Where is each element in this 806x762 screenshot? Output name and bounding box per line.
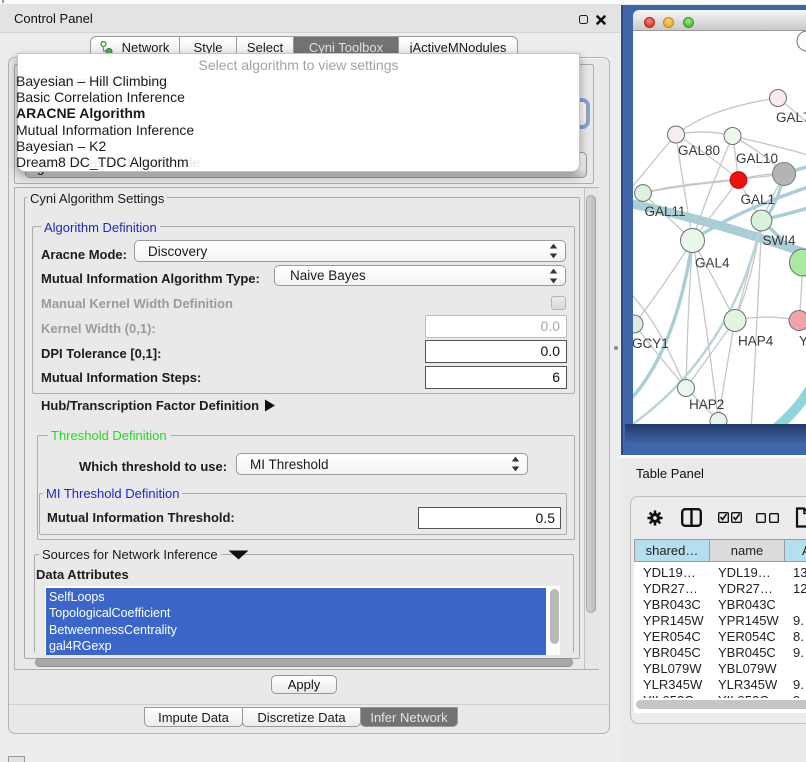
svg-text:SWI4: SWI4 bbox=[763, 233, 796, 248]
svg-text:YJ: YJ bbox=[799, 334, 806, 349]
svg-text:HAP2: HAP2 bbox=[689, 397, 724, 412]
svg-text:GCY1: GCY1 bbox=[633, 336, 669, 351]
svg-text:GAL1: GAL1 bbox=[741, 192, 776, 207]
svg-text:GAL10: GAL10 bbox=[736, 151, 778, 166]
svg-text:GAL11: GAL11 bbox=[645, 204, 686, 219]
svg-text:GAL7: GAL7 bbox=[776, 110, 806, 125]
svg-text:HAP4: HAP4 bbox=[738, 334, 774, 349]
svg-text:GAL80: GAL80 bbox=[678, 143, 720, 158]
svg-text:GAL4: GAL4 bbox=[695, 256, 730, 271]
